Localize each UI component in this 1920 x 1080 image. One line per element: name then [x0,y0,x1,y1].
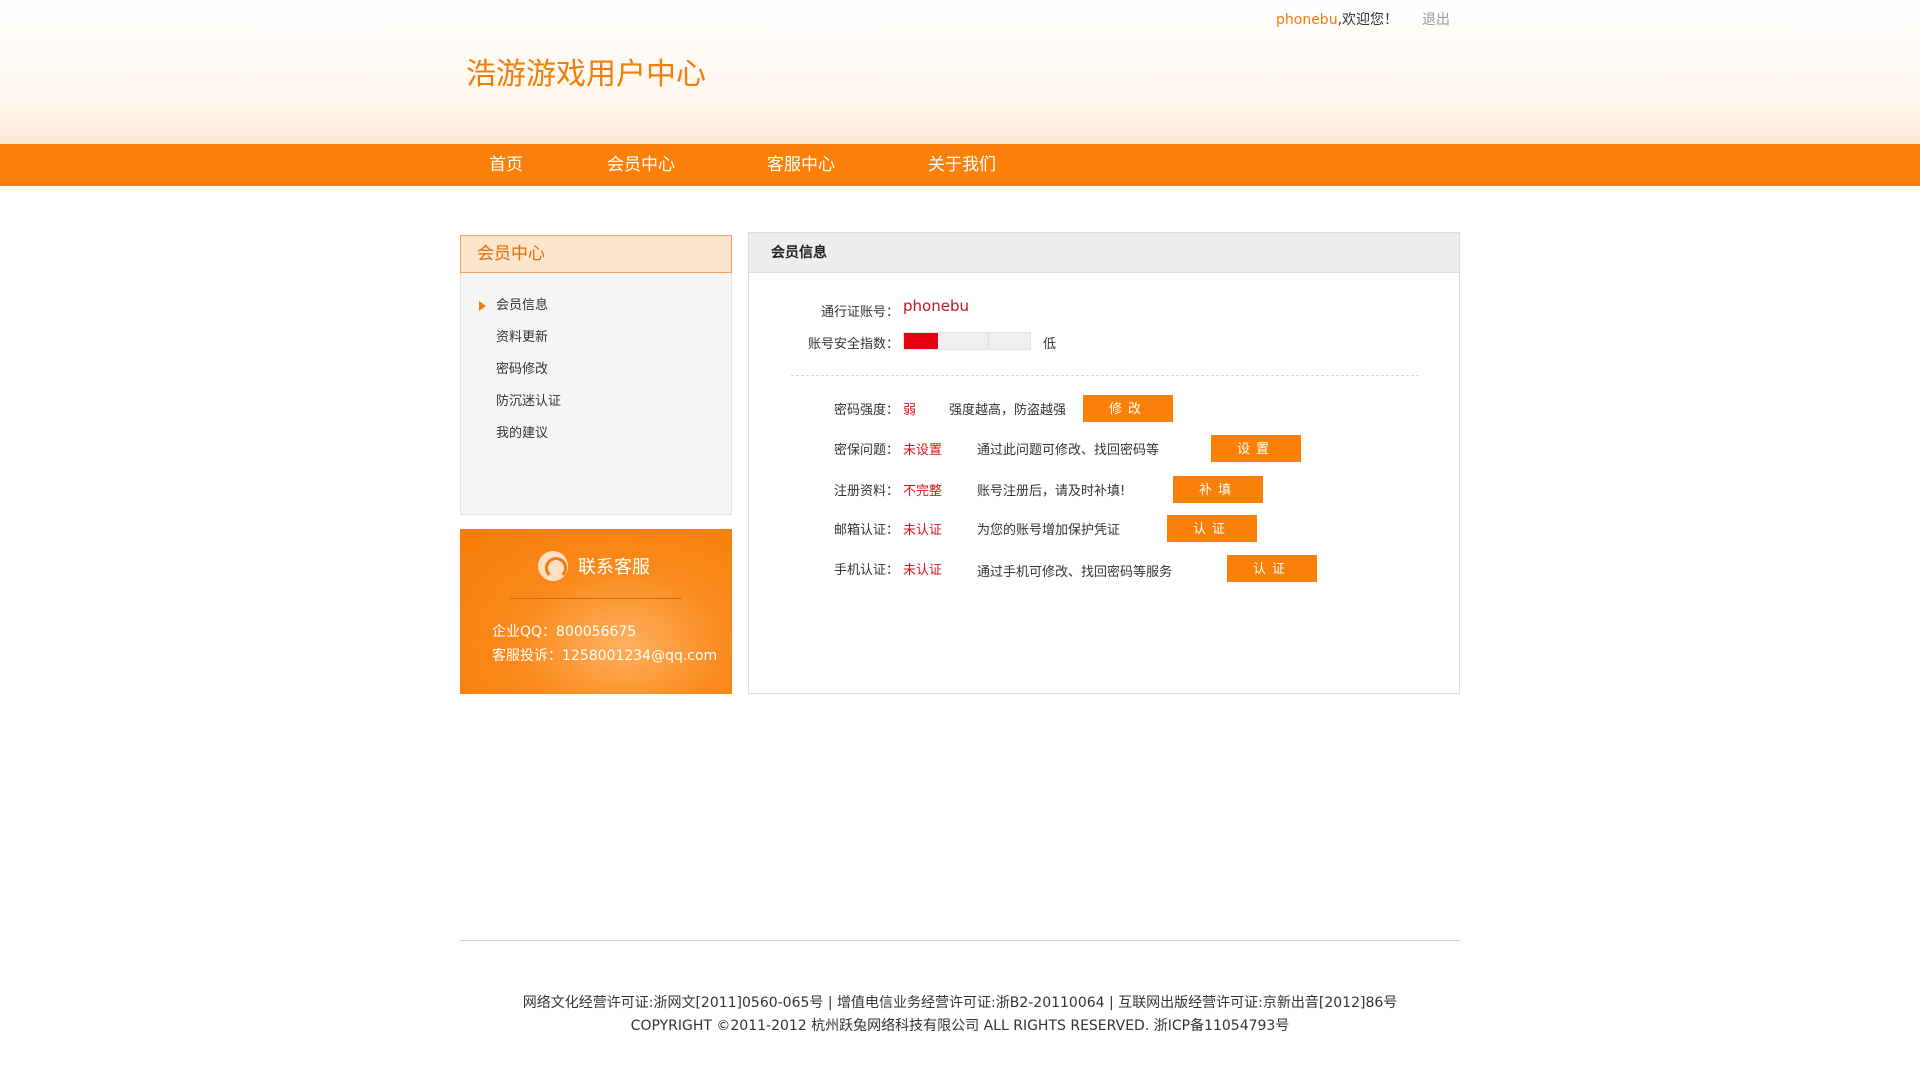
row-desc: 为您的账号增加保护凭证 [977,523,1121,538]
top-user-bar: phonebu,欢迎您！ 退出 [1276,10,1450,30]
row-desc: 通过手机可修改、找回密码等服务 [977,565,1173,580]
row-status: 未认证 [903,563,943,578]
row-status: 未认证 [903,523,943,538]
service-qq: 企业QQ：800056675 [492,624,637,640]
meter-segment [988,333,989,349]
modify-password-button[interactable]: 修改 [1083,395,1173,422]
row-desc: 账号注册后，请及时补填! [977,484,1126,499]
sidebar-item-suggestions[interactable]: 我的建议 [461,421,731,453]
footer-copyright: COPYRIGHT ©2011-2012 杭州跃兔网络科技有限公司 ALL RI… [630,1018,1290,1034]
service-divider [510,598,682,599]
row-label: 密保问题： [833,443,899,458]
account-value: phonebu [903,297,969,315]
row-status: 弱 [903,403,917,418]
logout-link[interactable]: 退出 [1422,12,1450,28]
headset-icon [538,551,568,581]
row-desc: 通过此问题可修改、找回密码等 [977,443,1160,458]
service-title: 联系客服 [538,549,650,583]
verify-email-button[interactable]: 认证 [1167,515,1257,542]
service-complaint: 客服投诉：1258001234@qq.com [492,648,718,664]
panel-title: 会员信息 [749,233,1459,273]
service-title-text: 联系客服 [578,557,650,578]
row-label: 手机认证： [833,563,899,578]
username-link[interactable]: phonebu [1276,12,1338,28]
triangle-right-icon [479,301,486,311]
security-level-text: 低 [1043,337,1057,352]
nav-about-us[interactable]: 关于我们 [928,144,996,186]
nav-member-center[interactable]: 会员中心 [607,144,675,186]
sidebar-item-member-info[interactable]: 会员信息 [461,293,731,325]
sidebar-item-label: 资料更新 [496,330,549,345]
header: phonebu,欢迎您！ 退出 浩游游戏用户中心 [0,0,1920,144]
verify-phone-button[interactable]: 认证 [1227,555,1317,582]
sidebar-item-label: 防沉迷认证 [496,394,562,409]
account-label: 通行证账号： [820,305,899,320]
fill-info-button[interactable]: 补填 [1173,476,1263,503]
sidebar-menu: 会员信息 资料更新 密码修改 防沉迷认证 我的建议 [461,293,731,453]
row-status: 未设置 [903,443,943,458]
security-meter [903,332,1031,350]
sidebar-title: 会员中心 [460,235,732,273]
sidebar-item-label: 密码修改 [496,362,549,377]
sidebar-item-password-change[interactable]: 密码修改 [461,357,731,389]
sidebar: 会员中心 会员信息 资料更新 密码修改 防沉迷认证 我的建议 [460,235,732,515]
sidebar-item-anti-addiction[interactable]: 防沉迷认证 [461,389,731,421]
section-divider [791,375,1419,376]
main-nav: 首页 会员中心 客服中心 关于我们 [0,144,1920,186]
site-title: 浩游游戏用户中心 [466,57,706,92]
footer-divider [460,940,1460,941]
sidebar-item-label: 我的建议 [496,426,549,441]
nav-service-center[interactable]: 客服中心 [767,144,835,186]
member-info-panel: 会员信息 通行证账号： phonebu 账号安全指数： 低 密码强度： 弱 强度… [748,232,1460,694]
row-label: 密码强度： [833,403,899,418]
row-label: 注册资料： [833,484,899,499]
security-meter-fill [904,333,938,349]
sidebar-item-label: 会员信息 [496,298,549,313]
row-status: 不完整 [903,484,943,499]
footer-license: 网络文化经营许可证:浙网文[2011]0560-065号 | 增值电信业务经营许… [522,995,1398,1011]
set-question-button[interactable]: 设置 [1211,435,1301,462]
nav-home[interactable]: 首页 [489,144,523,186]
row-label: 邮箱认证： [833,523,899,538]
sidebar-item-profile-update[interactable]: 资料更新 [461,325,731,357]
welcome-text: ,欢迎您！ [1337,12,1399,28]
customer-service-box: 联系客服 企业QQ：800056675 客服投诉：1258001234@qq.c… [460,529,732,694]
row-desc: 强度越高，防盗越强 [949,403,1067,418]
security-label: 账号安全指数： [807,337,899,352]
